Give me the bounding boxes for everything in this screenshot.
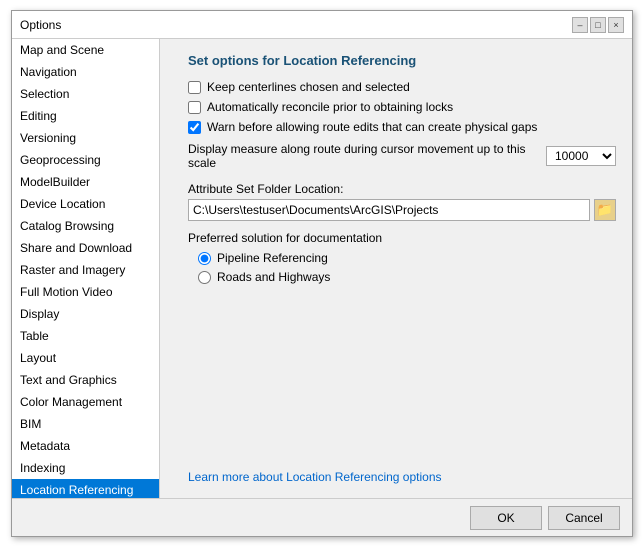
- option-label: Warn before allowing route edits that ca…: [207, 120, 537, 134]
- sidebar-item[interactable]: Layout: [12, 347, 159, 369]
- sidebar-wrapper: Map and SceneNavigationSelectionEditingV…: [12, 39, 172, 498]
- option-checkbox[interactable]: [188, 121, 201, 134]
- sidebar-item[interactable]: Versioning: [12, 127, 159, 149]
- radio-button[interactable]: [198, 252, 211, 265]
- sidebar-item[interactable]: Device Location: [12, 193, 159, 215]
- minimize-button[interactable]: –: [572, 17, 588, 33]
- sidebar-item[interactable]: Selection: [12, 83, 159, 105]
- sidebar-item[interactable]: Text and Graphics: [12, 369, 159, 391]
- scale-row: Display measure along route during curso…: [188, 142, 616, 170]
- sidebar-item[interactable]: Navigation: [12, 61, 159, 83]
- sidebar: Map and SceneNavigationSelectionEditingV…: [12, 39, 160, 498]
- sidebar-item[interactable]: Table: [12, 325, 159, 347]
- radio-button[interactable]: [198, 271, 211, 284]
- option-row: Warn before allowing route edits that ca…: [188, 120, 616, 134]
- radio-label: Pipeline Referencing: [217, 251, 328, 265]
- sidebar-item[interactable]: Share and Download: [12, 237, 159, 259]
- radio-label: Roads and Highways: [217, 270, 330, 284]
- title-bar: Options – □ ×: [12, 11, 632, 39]
- content-title: Set options for Location Referencing: [188, 53, 616, 68]
- radio-row: Pipeline Referencing: [198, 251, 616, 265]
- folder-browse-button[interactable]: 📁: [594, 199, 616, 221]
- scale-select[interactable]: 1000050002500050000100000: [546, 146, 616, 166]
- radio-row: Roads and Highways: [198, 270, 616, 284]
- options-container: Keep centerlines chosen and selected Auto…: [188, 80, 616, 140]
- sidebar-item[interactable]: Editing: [12, 105, 159, 127]
- ok-button[interactable]: OK: [470, 506, 542, 530]
- sidebar-item[interactable]: ModelBuilder: [12, 171, 159, 193]
- sidebar-item[interactable]: Map and Scene: [12, 39, 159, 61]
- radio-container: Pipeline Referencing Roads and Highways: [188, 251, 616, 289]
- option-row: Automatically reconcile prior to obtaini…: [188, 100, 616, 114]
- sidebar-item[interactable]: Color Management: [12, 391, 159, 413]
- learn-more-link[interactable]: Learn more about Location Referencing op…: [188, 470, 442, 484]
- sidebar-item[interactable]: Raster and Imagery: [12, 259, 159, 281]
- options-dialog: Options – □ × Map and SceneNavigationSel…: [11, 10, 633, 537]
- close-button[interactable]: ×: [608, 17, 624, 33]
- scale-label: Display measure along route during curso…: [188, 142, 540, 170]
- sidebar-item[interactable]: Catalog Browsing: [12, 215, 159, 237]
- content-footer: Learn more about Location Referencing op…: [188, 462, 616, 484]
- cancel-button[interactable]: Cancel: [548, 506, 620, 530]
- option-label: Automatically reconcile prior to obtaini…: [207, 100, 453, 114]
- option-checkbox[interactable]: [188, 101, 201, 114]
- sidebar-item[interactable]: BIM: [12, 413, 159, 435]
- sidebar-item[interactable]: Geoprocessing: [12, 149, 159, 171]
- option-row: Keep centerlines chosen and selected: [188, 80, 616, 94]
- dialog-body: Map and SceneNavigationSelectionEditingV…: [12, 39, 632, 498]
- sidebar-item[interactable]: Metadata: [12, 435, 159, 457]
- sidebar-item[interactable]: Location Referencing: [12, 479, 159, 498]
- content-area: Set options for Location Referencing Kee…: [172, 39, 632, 498]
- restore-button[interactable]: □: [590, 17, 606, 33]
- sidebar-item[interactable]: Indexing: [12, 457, 159, 479]
- preferred-label: Preferred solution for documentation: [188, 231, 616, 245]
- path-input[interactable]: [188, 199, 590, 221]
- window-controls: – □ ×: [572, 17, 624, 33]
- option-label: Keep centerlines chosen and selected: [207, 80, 410, 94]
- dialog-footer: OK Cancel: [12, 498, 632, 536]
- sidebar-item[interactable]: Display: [12, 303, 159, 325]
- dialog-title: Options: [20, 18, 61, 32]
- option-checkbox[interactable]: [188, 81, 201, 94]
- sidebar-item[interactable]: Full Motion Video: [12, 281, 159, 303]
- attr-folder-label: Attribute Set Folder Location:: [188, 182, 616, 196]
- path-row: 📁: [188, 199, 616, 221]
